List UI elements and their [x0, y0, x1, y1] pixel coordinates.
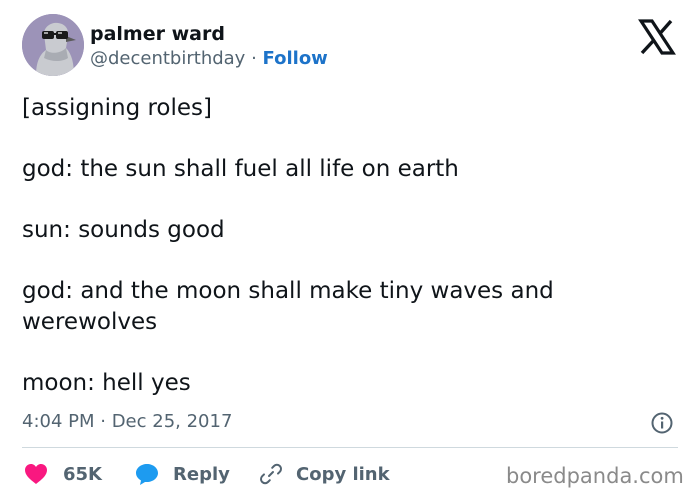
link-icon [259, 462, 283, 486]
handle-separator: · [251, 48, 257, 69]
copy-link-label: Copy link [296, 463, 390, 485]
author-handle-row: @decentbirthday · Follow [90, 47, 328, 71]
copy-link-button[interactable]: Copy link [259, 461, 390, 487]
tweet-text: [assigning roles] god: the sun shall fue… [22, 93, 662, 399]
tweet-line: [assigning roles] [22, 95, 212, 121]
like-button[interactable]: 65K [24, 461, 102, 487]
like-count: 65K [63, 463, 102, 485]
info-icon[interactable] [651, 412, 673, 434]
author-handle[interactable]: @decentbirthday [90, 48, 245, 69]
tweet-timestamp[interactable]: 4:04 PM · Dec 25, 2017 [22, 410, 232, 434]
tweet-line: god: and the moon shall make tiny waves … [22, 278, 554, 335]
follow-button[interactable]: Follow [263, 48, 328, 69]
divider [22, 447, 678, 448]
x-logo-icon[interactable] [637, 19, 677, 55]
tweet-line: sun: sounds good [22, 217, 225, 243]
pigeon-avatar-image [22, 14, 84, 76]
tweet-line: god: the sun shall fuel all life on eart… [22, 156, 459, 182]
reply-button[interactable]: Reply [135, 461, 230, 487]
reply-bubble-icon [135, 462, 159, 486]
watermark: boredpanda.com [506, 464, 684, 488]
reply-label: Reply [173, 463, 230, 485]
heart-icon [24, 463, 48, 485]
tweet-line: moon: hell yes [22, 370, 191, 396]
author-name[interactable]: palmer ward [90, 22, 225, 46]
avatar[interactable] [22, 14, 84, 76]
